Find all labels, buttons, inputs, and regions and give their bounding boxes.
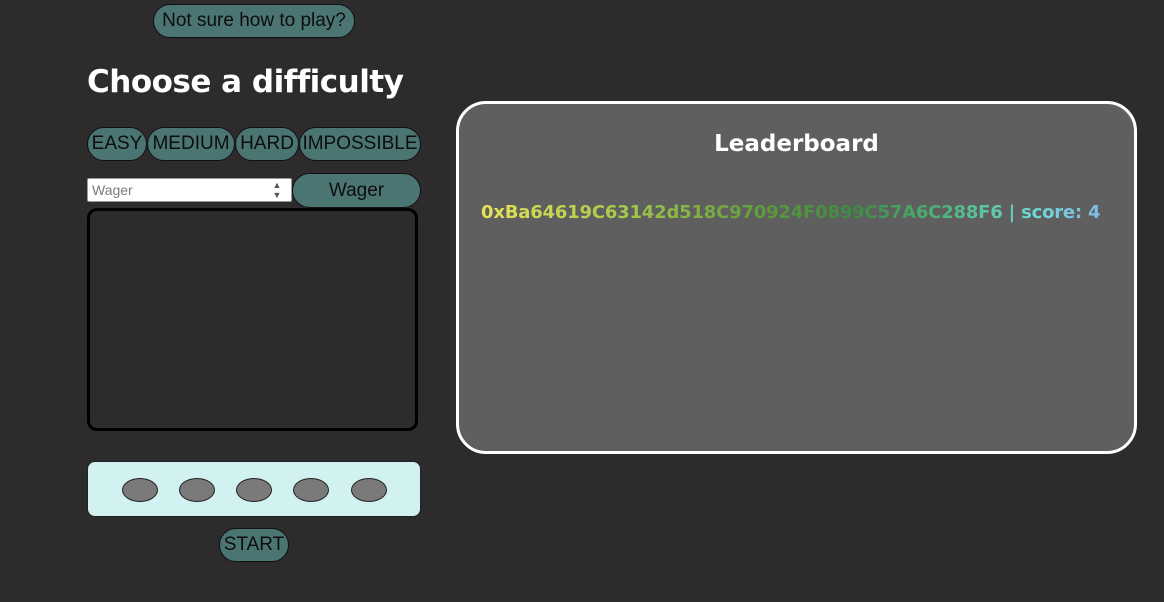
game-board bbox=[87, 208, 418, 431]
wager-button[interactable]: Wager bbox=[292, 173, 421, 208]
guess-panel bbox=[87, 461, 421, 517]
leaderboard-separator: | bbox=[1002, 202, 1022, 223]
guess-slot-2[interactable] bbox=[179, 478, 215, 502]
leaderboard-score: 4 bbox=[1088, 202, 1101, 223]
guess-slot-3[interactable] bbox=[236, 478, 272, 502]
page: Not sure how to play? Choose a difficult… bbox=[0, 0, 1164, 602]
leaderboard-list: 0xBa64619C63142d518C970924F0899C57A6C288… bbox=[481, 202, 1124, 223]
difficulty-hard-button[interactable]: HARD bbox=[235, 127, 299, 161]
wager-input[interactable] bbox=[87, 178, 292, 202]
how-to-play-button[interactable]: Not sure how to play? bbox=[153, 4, 355, 38]
start-button[interactable]: START bbox=[219, 528, 289, 562]
difficulty-easy-button[interactable]: EASY bbox=[87, 127, 147, 161]
guess-slot-5[interactable] bbox=[351, 478, 387, 502]
leaderboard-title: Leaderboard bbox=[714, 131, 879, 157]
guess-slot-1[interactable] bbox=[122, 478, 158, 502]
guess-slot-4[interactable] bbox=[293, 478, 329, 502]
leaderboard-score-label: score: bbox=[1021, 202, 1089, 223]
leaderboard-address: 0xBa64619C63142d518C970924F0899C57A6C288… bbox=[481, 202, 1003, 223]
page-title: Choose a difficulty bbox=[87, 64, 404, 100]
difficulty-impossible-button[interactable]: IMPOSSIBLE bbox=[299, 127, 421, 161]
leaderboard-panel: Leaderboard 0xBa64619C63142d518C970924F0… bbox=[456, 101, 1137, 454]
difficulty-medium-button[interactable]: MEDIUM bbox=[147, 127, 235, 161]
leaderboard-entry: 0xBa64619C63142d518C970924F0899C57A6C288… bbox=[481, 202, 1124, 223]
